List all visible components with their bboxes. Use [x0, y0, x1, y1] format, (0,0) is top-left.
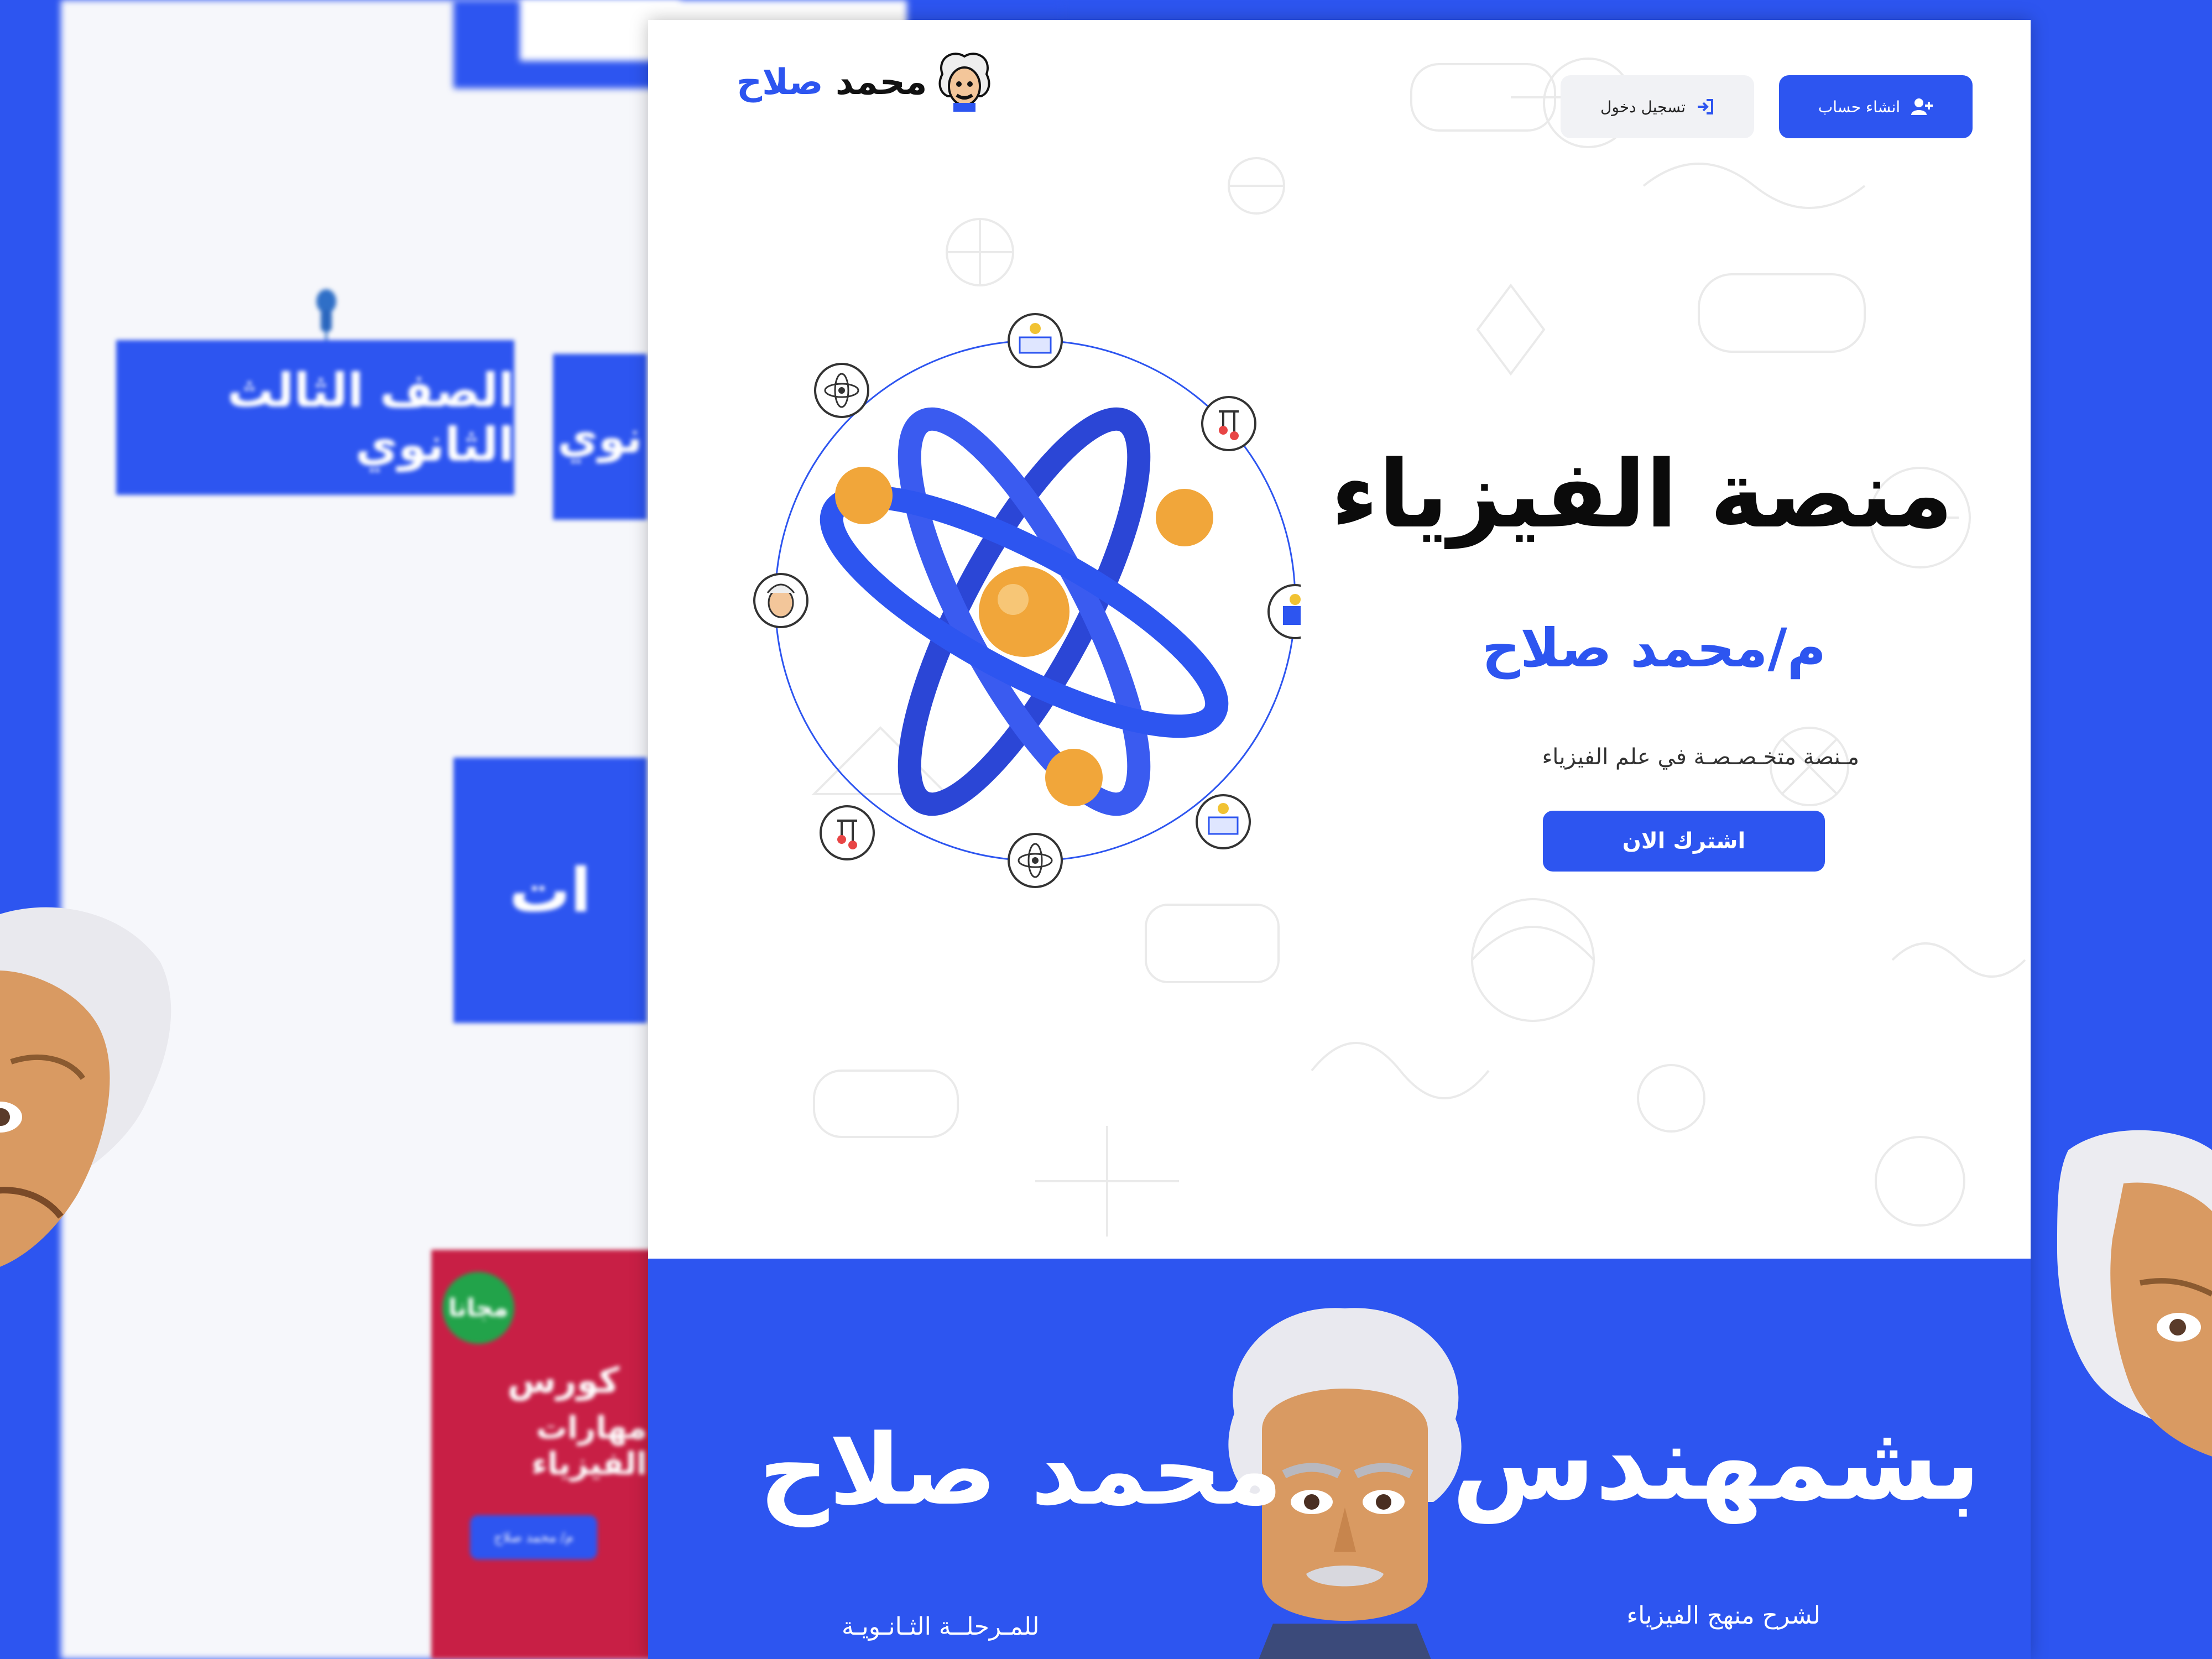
site-logo-text: محمد صلاح [737, 62, 927, 103]
promo-banner: بشمهندس محمد صلاح لشرح منهج الفيزياء للم… [648, 1259, 2031, 1659]
hero-teacher-name: م/محمد صلاح [1481, 617, 1826, 679]
atom-icon [820, 407, 1229, 816]
hero-subtitle: مـنصة متخـصـصـة في علم الفيزياء [1542, 744, 1860, 770]
book-author-text: م/ محمد صلاح [494, 1530, 573, 1545]
einstein-face-right [2057, 1130, 2212, 1457]
navbar: محمد صلاح انشاء حساب تسجيل دخول [648, 20, 2031, 142]
grade-label-partial-text: نوي [557, 411, 643, 463]
banner-name-title: محمد صلاح [759, 1413, 1283, 1527]
course-book-blurred: مجانا كورس مهارات الفيزياء م/ محمد صلاح [431, 1250, 653, 1659]
book-title-line1: كورس [507, 1360, 620, 1401]
sign-in-icon [1698, 99, 1713, 114]
user-plus-icon [1911, 98, 1933, 115]
subscribe-button[interactable]: اشترك الان [1543, 811, 1825, 872]
login-button-label: تسجيل دخول [1600, 97, 1686, 116]
free-badge: مجانا [442, 1272, 514, 1344]
grade-label-partial-blurred: نوي [553, 354, 647, 520]
subscribe-button-label: اشترك الان [1622, 828, 1746, 854]
cut-label-blurred: ات [453, 758, 647, 1023]
website-preview: محمد صلاح انشاء حساب تسجيل دخول منصة الف… [648, 20, 2031, 1659]
hero-title: منصة الفيزياء [1331, 440, 1954, 549]
banner-subtitle-curriculum: لشرح منهج الفيزياء [1626, 1601, 1820, 1630]
site-logo[interactable]: محمد صلاح [737, 52, 992, 113]
book-author-pill: م/ محمد صلاح [470, 1515, 597, 1559]
logo-first-name: محمد [835, 62, 927, 103]
free-badge-text: مجانا [448, 1293, 509, 1322]
einstein-face-left [0, 907, 171, 1267]
atom-illustration [753, 313, 1301, 888]
login-button[interactable]: تسجيل دخول [1561, 75, 1754, 138]
register-button-label: انشاء حساب [1818, 97, 1901, 116]
register-button[interactable]: انشاء حساب [1779, 75, 1973, 138]
cut-label-text: ات [509, 855, 592, 926]
grade-label-text: الصف الثالث الثانوي [227, 363, 514, 472]
banner-engineer-title: بشمهندس [1452, 1402, 1981, 1524]
einstein-logo-icon [939, 53, 990, 112]
banner-subtitle-stage: للمـرحلــة الثـانـويـة [842, 1613, 1040, 1641]
logo-last-name: صلاح [737, 62, 823, 103]
book-title-line2: مهارات الفيزياء [531, 1410, 647, 1482]
grade-label-blurred: الصف الثالث الثانوي [116, 340, 514, 495]
